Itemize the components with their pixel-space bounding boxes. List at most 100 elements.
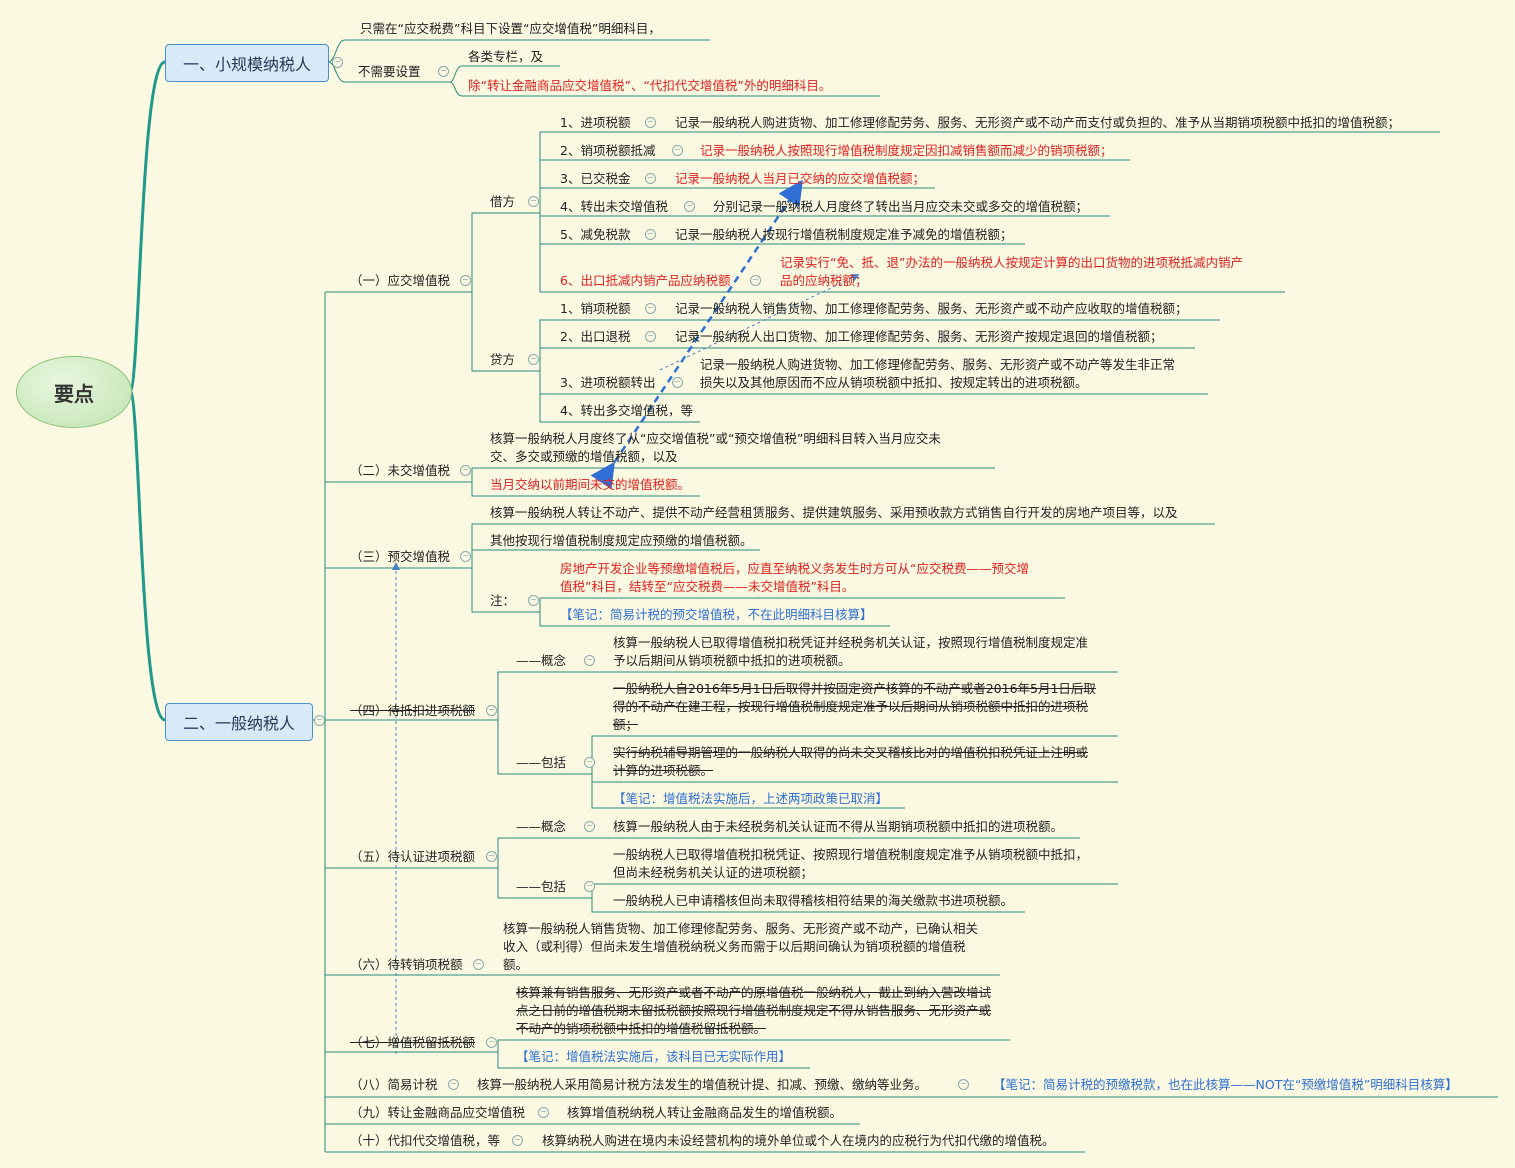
pending-deduct-include: 一般纳税人自2016年5月1日后取得并按固定资产核算的不动产或者2016年5月1… [613,681,1096,696]
pending-deduct-include: 得的不动产在建工程，按现行增值税制度规定准予以后期间从销项税额中抵扣的进项税 [613,699,1089,714]
credit-item[interactable]: 4、转出多交增值税，等 [560,402,693,420]
credit-item[interactable]: 2、出口退税 [560,328,630,346]
debit-item-desc: 记录一般纳税人当月已交纳的应交增值税额； [675,171,926,186]
retained-desc: 核算兼有销售服务、无形资产或者不动产的原增值税一般纳税人，截止到纳入营改增试 [516,985,992,1000]
collapse-icon[interactable]: − [672,145,683,156]
node-vat-unpaid[interactable]: （二）未交增值税 [350,462,450,480]
debit-item[interactable]: 3、已交税金 [560,170,630,188]
collapse-icon[interactable]: − [473,959,484,970]
debit-item-desc: 记录实行“免、抵、退”办法的一般纳税人按规定计算的出口货物的进项税抵减内销产 [780,255,1243,270]
concept-label[interactable]: ——概念 [516,818,566,836]
collapse-icon[interactable]: − [314,715,325,726]
collapse-icon[interactable]: − [645,303,656,314]
financial-desc: 核算增值税纳税人转让金融商品发生的增值税额。 [567,1105,843,1120]
include-label[interactable]: ——包括 [516,754,566,772]
node-retained-credit[interactable]: （七）增值税留抵税额 [350,1034,475,1052]
prepaid-desc: 其他按现行增值税制度规定应预缴的增值税额。 [490,533,753,548]
collapse-icon[interactable]: − [528,595,539,606]
collapse-icon[interactable]: − [528,196,539,207]
concept-label[interactable]: ——概念 [516,652,566,670]
debit-item[interactable]: 6、出口抵减内销产品应纳税额 [560,272,730,290]
node-general-taxpayer[interactable]: 二、一般纳税人 [165,703,313,741]
collapse-icon[interactable]: − [584,821,595,832]
node-pending-deduct[interactable]: （四）待抵扣进项税额 [350,702,475,720]
prepaid-note: 值税”科目，结转至“应交税费——未交增值税”科目。 [560,579,855,594]
prepaid-note-label[interactable]: 注： [490,592,515,610]
collapse-icon[interactable]: − [332,57,343,68]
node-pending-cert[interactable]: （五）待认证进项税额 [350,848,475,866]
credit-item-desc: 记录一般纳税人购进货物、加工修理修配劳务、服务、无形资产或不动产等发生非正常 [700,357,1176,372]
node-simple-tax[interactable]: （八）简易计税 [350,1076,438,1094]
debit-item[interactable]: 2、销项税额抵减 [560,142,655,160]
credit-item[interactable]: 1、销项税额 [560,300,630,318]
debit-item-desc: 品的应纳税额； [780,273,868,288]
credit-item-desc: 损失以及其他原因而不应从销项税额中抵扣、按规定转出的进项税额。 [700,375,1088,390]
collapse-icon[interactable]: − [750,275,761,286]
pending-deduct-concept: 核算一般纳税人已取得增值税扣税凭证并经税务机关认证，按照现行增值税制度规定准 [613,635,1089,650]
small-setup: 只需在“应交税费”科目下设置“应交增值税”明细科目， [360,21,661,36]
unpaid-desc: 交、多交或预缴的增值税额，以及 [490,449,678,464]
collapse-icon[interactable]: − [958,1079,969,1090]
pending-deduct-include: 实行纳税辅导期管理的一般纳税人取得的尚未交叉稽核比对的增值税扣税凭证上注明或 [613,745,1089,760]
node-financial-transfer[interactable]: （九）转让金融商品应交增值税 [350,1104,525,1122]
unpaid-desc-red: 当月交纳以前期间未交的增值税额。 [490,477,691,492]
prepaid-note: 房地产开发企业等预缴增值税后，应直至纳税义务发生时方可从“应交税费——预交增 [560,561,1029,576]
pending-output-desc: 收入（或利得）但尚未发生增值税纳税义务而需于以后期间确认为销项税额的增值税 [503,939,966,954]
debit-item[interactable]: 1、进项税额 [560,114,630,132]
collapse-icon[interactable]: − [645,173,656,184]
root-label: 要点 [54,381,94,406]
prepaid-note-blue: 【笔记：简易计税的预交增值税，不在此明细科目核算】 [560,607,873,622]
root-node[interactable]: 要点 [16,356,132,428]
pending-cert-include: 但尚未经税务机关认证的进项税额； [613,865,814,880]
small-no-need-item: 各类专栏，及 [468,49,544,64]
pending-deduct-include: 计算的进项税额。 [613,763,714,778]
debit-item-desc: 分别记录一般纳税人月度终了转出当月应交未交或多交的增值税额； [713,199,1089,214]
small-no-need[interactable]: 不需要设置 [358,63,421,81]
pending-cert-concept: 核算一般纳税人由于未经税务机关认证而不得从当期销项税额中抵扣的进项税额。 [613,819,1064,834]
collapse-icon[interactable]: − [486,705,497,716]
collapse-icon[interactable]: − [645,331,656,342]
collapse-icon[interactable]: − [672,377,683,388]
node-debit[interactable]: 借方 [490,193,515,211]
debit-item-desc: 记录一般纳税人按现行增值税制度规定准予减免的增值税额； [675,227,1013,242]
node-general-taxpayer-label: 二、一般纳税人 [182,714,295,733]
collapse-icon[interactable]: − [460,465,471,476]
include-label[interactable]: ——包括 [516,878,566,896]
pending-cert-include: 一般纳税人已申请稽核但尚未取得稽核相符结果的海关缴款书进项税额。 [613,893,1014,908]
collapse-icon[interactable]: − [486,851,497,862]
node-credit[interactable]: 贷方 [490,351,515,369]
collapse-icon[interactable]: − [584,655,595,666]
collapse-icon[interactable]: − [460,551,471,562]
credit-item-desc: 记录一般纳税人销售货物、加工修理修配劳务、服务、无形资产或不动产应收取的增值税额… [675,301,1188,316]
collapse-icon[interactable]: − [460,275,471,286]
node-withhold[interactable]: （十）代扣代交增值税，等 [350,1132,500,1150]
node-vat-payable[interactable]: （一）应交增值税 [350,272,450,290]
pending-cert-include: 一般纳税人已取得增值税扣税凭证、按照现行增值税制度规定准予从销项税额中抵扣， [613,847,1089,862]
node-small-taxpayer[interactable]: 一、小规模纳税人 [165,44,329,82]
collapse-icon[interactable]: − [438,66,449,77]
node-pending-output[interactable]: （六）待转销项税额 [350,956,463,974]
collapse-icon[interactable]: − [528,354,539,365]
collapse-icon[interactable]: − [584,757,595,768]
credit-item-desc: 记录一般纳税人出口货物、加工修理修配劳务、服务、无形资产按规定退回的增值税额； [675,329,1163,344]
collapse-icon[interactable]: − [684,201,695,212]
collapse-icon[interactable]: − [538,1107,549,1118]
collapse-icon[interactable]: − [584,881,595,892]
retained-desc: 不动产的销项税额中抵扣的增值税留抵税额。 [516,1021,767,1036]
collapse-icon[interactable]: − [448,1079,459,1090]
collapse-icon[interactable]: − [645,117,656,128]
debit-item[interactable]: 4、转出未交增值税 [560,198,668,216]
credit-item[interactable]: 3、进项税额转出 [560,374,655,392]
unpaid-desc: 核算一般纳税人月度终了从“应交增值税”或“预交增值税”明细科目转入当月应交未 [490,431,941,446]
retained-note: 【笔记：增值税法实施后，该科目已无实际作用】 [516,1049,792,1064]
collapse-icon[interactable]: − [486,1037,497,1048]
node-vat-prepaid[interactable]: （三）预交增值税 [350,548,450,566]
small-no-need-item: 除“转让金融商品应交增值税”、“代扣代交增值税”外的明细科目。 [468,78,832,93]
collapse-icon[interactable]: − [512,1135,523,1146]
retained-desc: 点之日前的增值税期末留抵税额按照现行增值税制度规定不得从销售服务、无形资产或 [516,1003,992,1018]
pending-output-desc: 核算一般纳税人销售货物、加工修理修配劳务、服务、无形资产或不动产，已确认相关 [503,921,979,936]
collapse-icon[interactable]: − [645,229,656,240]
node-small-taxpayer-label: 一、小规模纳税人 [182,55,311,74]
pending-deduct-include: 额； [613,717,639,732]
debit-item[interactable]: 5、减免税款 [560,226,630,244]
